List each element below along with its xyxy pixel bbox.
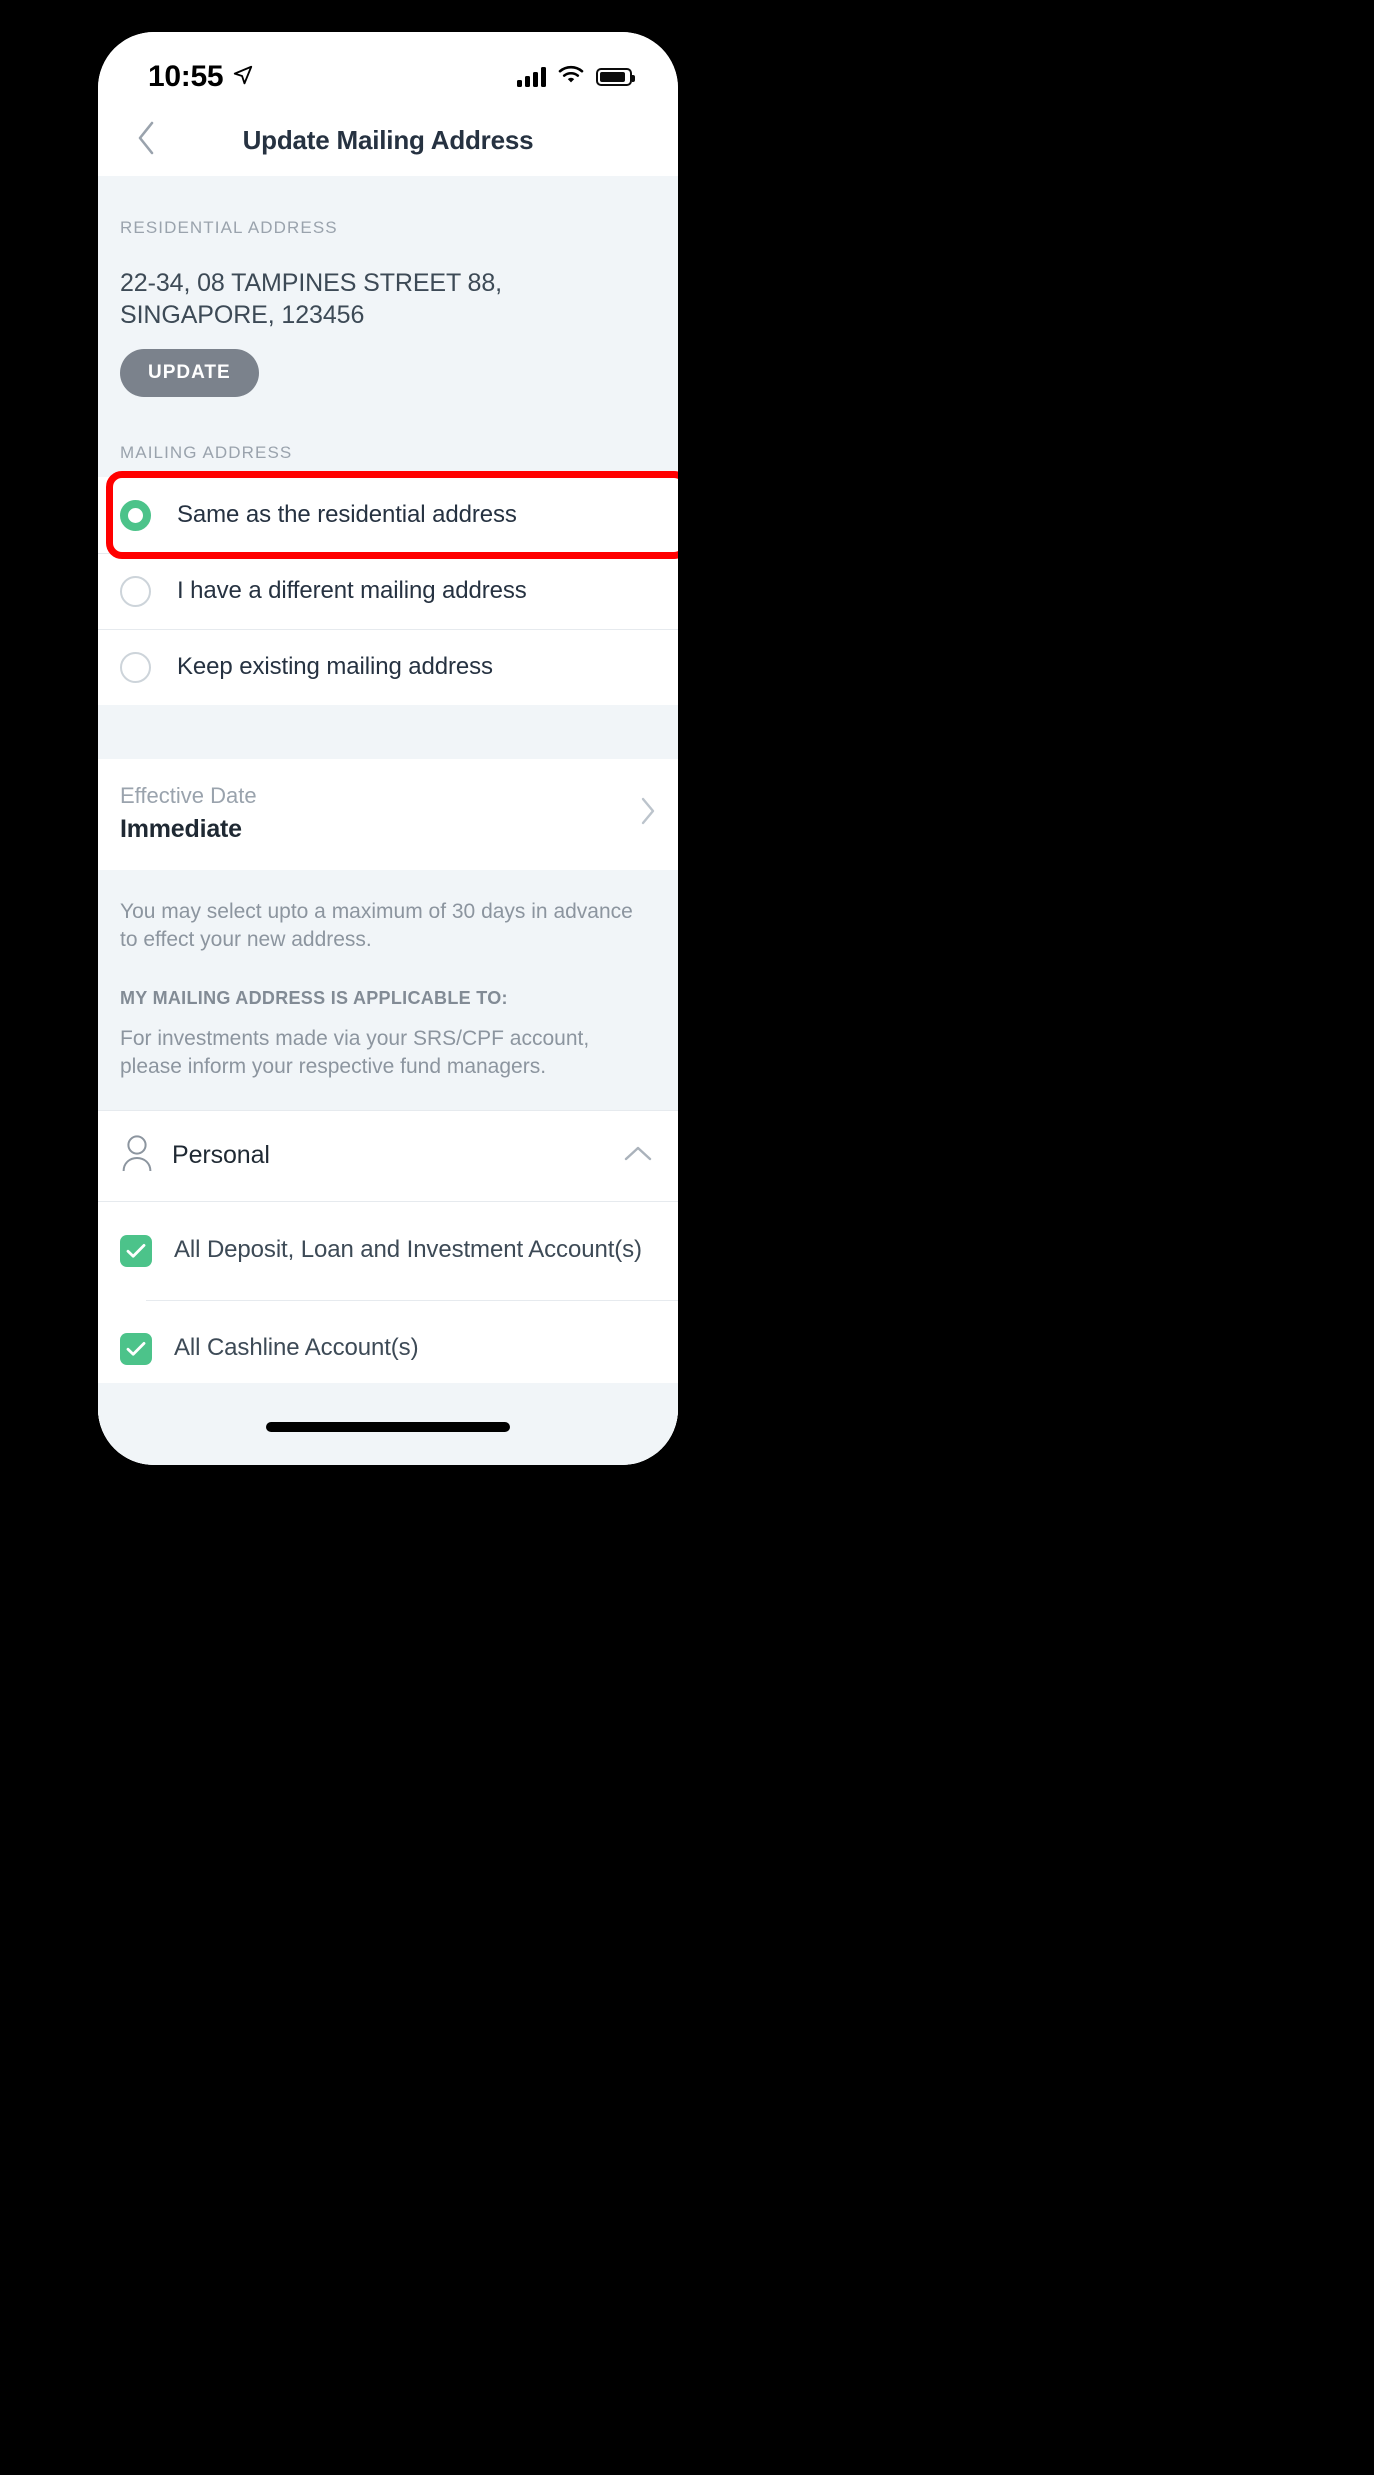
screenshot-root: 10:55 Update Mailing Address RESIDENTIAL… — [0, 0, 1374, 2475]
personal-section-label: Personal — [172, 1141, 270, 1169]
effective-date-texts: Effective Date Immediate — [120, 783, 257, 844]
mailing-option-same-as-residential[interactable]: Same as the residential address — [98, 471, 678, 559]
person-icon — [120, 1133, 154, 1178]
personal-section-header[interactable]: Personal — [98, 1109, 678, 1202]
chevron-left-icon — [136, 121, 156, 160]
effective-date-value: Immediate — [120, 815, 242, 843]
effective-date-note: You may select upto a maximum of 30 days… — [120, 900, 633, 952]
mailing-option-label: Keep existing mailing address — [177, 653, 493, 680]
mailing-option-label: I have a different mailing address — [177, 577, 527, 604]
battery-icon — [596, 68, 635, 86]
residential-address-section: RESIDENTIAL ADDRESS 22-34, 08 TAMPINES S… — [98, 176, 678, 431]
status-bar: 10:55 — [98, 32, 678, 104]
mailing-address-options: Same as the residential address I have a… — [98, 471, 678, 705]
chevron-right-icon — [640, 797, 656, 830]
account-checkbox-label: All Deposit, Loan and Investment Account… — [174, 1236, 642, 1264]
mailing-option-different-address[interactable]: I have a different mailing address — [98, 553, 678, 629]
status-bar-left: 10:55 — [148, 60, 254, 94]
radio-button-selected-icon[interactable] — [120, 499, 151, 531]
residential-address-label: RESIDENTIAL ADDRESS — [120, 218, 338, 237]
effective-date-row[interactable]: Effective Date Immediate — [98, 759, 678, 870]
checkbox-checked-icon[interactable] — [120, 1332, 152, 1365]
page-title: Update Mailing Address — [242, 124, 534, 155]
phone-frame: 10:55 Update Mailing Address RESIDENTIAL… — [98, 32, 678, 1465]
navigation-bar: Update Mailing Address — [98, 104, 678, 176]
applicable-to-heading: MY MAILING ADDRESS IS APPLICABLE TO: — [120, 988, 508, 1009]
mailing-option-keep-existing[interactable]: Keep existing mailing address — [98, 629, 678, 705]
home-indicator-area — [98, 1383, 678, 1465]
status-time: 10:55 — [148, 60, 224, 93]
mailing-address-label: MAILING ADDRESS — [120, 443, 293, 462]
status-bar-right — [517, 65, 635, 89]
effective-date-label: Effective Date — [120, 783, 257, 808]
update-address-button[interactable]: UPDATE — [120, 349, 259, 397]
checkbox-checked-icon[interactable] — [120, 1234, 152, 1267]
chevron-up-icon[interactable] — [624, 1145, 652, 1167]
account-checkbox-row[interactable]: All Deposit, Loan and Investment Account… — [98, 1201, 678, 1300]
residential-address-line-2: SINGAPORE, 123456 — [120, 300, 365, 329]
info-block: You may select upto a maximum of 30 days… — [98, 870, 678, 1110]
cellular-signal-icon — [517, 67, 546, 87]
applicable-to-note: For investments made via your SRS/CPF ac… — [120, 1027, 590, 1079]
section-gap — [98, 705, 678, 759]
scroll-content[interactable]: RESIDENTIAL ADDRESS 22-34, 08 TAMPINES S… — [98, 176, 678, 1465]
radio-button-icon[interactable] — [120, 651, 151, 683]
radio-button-icon[interactable] — [120, 575, 151, 607]
mailing-option-label: Same as the residential address — [177, 501, 517, 528]
mailing-address-label-wrap: MAILING ADDRESS — [98, 431, 678, 477]
residential-address-line-1: 22-34, 08 TAMPINES STREET 88, — [120, 269, 502, 297]
wifi-icon — [558, 65, 584, 89]
location-arrow-icon — [232, 64, 254, 91]
account-checkbox-label: All Cashline Account(s) — [174, 1334, 419, 1362]
back-button[interactable] — [124, 118, 168, 162]
home-indicator[interactable] — [266, 1422, 510, 1432]
